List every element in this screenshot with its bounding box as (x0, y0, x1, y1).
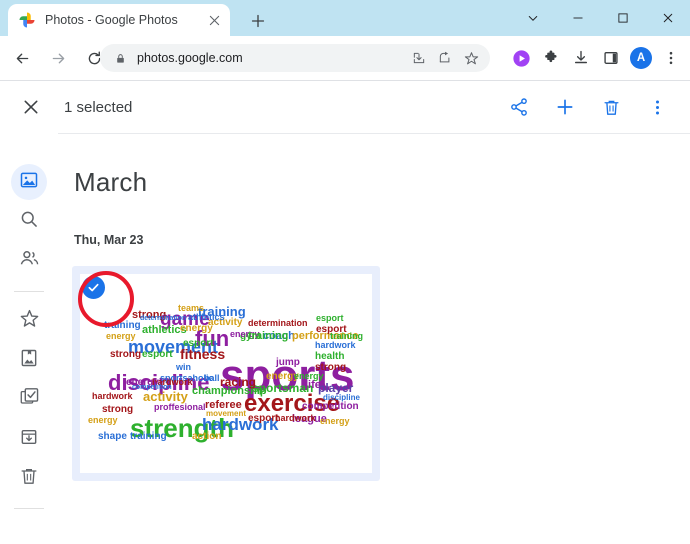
title-bar: Photos - Google Photos (0, 0, 690, 36)
annotation-highlight-circle (78, 271, 134, 327)
new-tab-button[interactable] (245, 8, 271, 34)
word-cloud-term: esport (316, 313, 344, 323)
word-cloud-term: strong (110, 349, 142, 360)
back-button[interactable] (8, 44, 36, 72)
share-icon[interactable] (432, 45, 458, 71)
address-bar-url: photos.google.com (137, 51, 243, 65)
word-cloud-term: energy (88, 415, 118, 425)
maximize-icon[interactable] (600, 0, 645, 36)
close-window-icon[interactable] (645, 0, 690, 36)
word-cloud-term: win (176, 362, 191, 372)
media-play-icon[interactable] (506, 44, 536, 72)
page-content: 1 selected March Thu, Mar 23 sports disc… (0, 81, 690, 544)
downloads-icon[interactable] (566, 44, 596, 72)
word-cloud-term: discipline (323, 393, 360, 402)
day-heading[interactable]: Thu, Mar 23 (74, 233, 143, 247)
sidebar-item-memories[interactable] (11, 342, 47, 378)
word-cloud-term: energy (294, 371, 324, 381)
toolbar-right-icons: A (506, 44, 686, 72)
side-panel-icon[interactable] (596, 44, 626, 72)
word-cloud-term: athletics (188, 312, 225, 322)
photo-thumbnail[interactable]: sports discipline strength movement exercise… (72, 266, 380, 481)
word-cloud-term: determination (248, 318, 308, 328)
selected-count-label: 1 selected (64, 98, 133, 116)
sidebar-item-favorites[interactable] (11, 303, 47, 339)
word-cloud-term: strong (102, 404, 134, 415)
word-cloud-term: hardwork (275, 413, 316, 423)
archive-box-icon (19, 427, 39, 452)
sidebar-item-utilities[interactable] (11, 381, 47, 417)
word-cloud-term: racing (220, 375, 257, 389)
add-to-button[interactable] (542, 90, 588, 124)
word-cloud-term: training (330, 331, 363, 341)
address-bar[interactable]: photos.google.com (100, 44, 490, 72)
sidebar-item-trash[interactable] (11, 460, 47, 496)
word-cloud-term: shape (98, 431, 127, 442)
lock-icon (112, 50, 128, 66)
sidebar-item-archive[interactable] (11, 421, 47, 457)
word-cloud-term: life (305, 379, 321, 391)
word-cloud-term: esport (183, 338, 214, 349)
navigation-rail (0, 133, 58, 544)
tab-close-icon[interactable] (203, 9, 225, 31)
rail-divider (14, 291, 44, 292)
word-cloud-term: esport (248, 413, 279, 424)
window-controls (510, 0, 690, 36)
star-icon (19, 308, 40, 334)
word-cloud-term: hardwork (315, 340, 356, 350)
people-icon (19, 248, 40, 274)
word-cloud-term: fitness (180, 346, 226, 362)
word-cloud-term: energy (320, 416, 350, 426)
album-icon (19, 348, 39, 373)
word-cloud-term: competition (302, 401, 359, 412)
word-cloud-term: energy (106, 331, 136, 341)
tab-title: Photos - Google Photos (45, 13, 178, 27)
word-cloud-term: action (192, 431, 222, 442)
delete-button[interactable] (588, 90, 634, 124)
sidebar-item-search[interactable] (11, 203, 47, 239)
forward-button[interactable] (44, 44, 72, 72)
profile-avatar[interactable]: A (626, 44, 656, 72)
word-cloud-term: esport (142, 349, 173, 360)
install-icon[interactable] (406, 45, 432, 71)
word-cloud-term: hardwork (92, 391, 133, 401)
word-cloud-term: training (130, 431, 167, 442)
google-photos-favicon (18, 11, 36, 29)
tab-search-icon[interactable] (510, 0, 555, 36)
bookmark-star-icon[interactable] (458, 45, 484, 71)
selection-toolbar: 1 selected (0, 81, 690, 134)
word-cloud-term: health (315, 351, 345, 362)
rail-divider-bottom (14, 508, 44, 509)
selection-actions (496, 90, 680, 124)
month-heading: March (74, 167, 148, 197)
chrome-menu-icon[interactable] (656, 44, 686, 72)
browser-window: Photos - Google Photos photos.google.com… (0, 0, 690, 544)
search-icon (19, 209, 39, 234)
share-button[interactable] (496, 90, 542, 124)
browser-tab[interactable]: Photos - Google Photos (8, 4, 230, 36)
sidebar-item-sharing[interactable] (11, 243, 47, 279)
close-selection-button[interactable] (14, 90, 48, 124)
more-options-button[interactable] (634, 90, 680, 124)
word-cloud-term: movement (206, 409, 247, 418)
word-cloud-term: determination (140, 315, 187, 322)
word-cloud-term: jump (276, 357, 300, 368)
extensions-puzzle-icon[interactable] (536, 44, 566, 72)
sidebar-item-photos[interactable] (11, 164, 47, 200)
photo-icon (19, 170, 39, 195)
omnibox-actions (406, 45, 484, 71)
word-cloud-term: proffesional (154, 402, 206, 412)
trash-icon (19, 466, 39, 491)
avatar-initial: A (630, 47, 652, 69)
checkbox-stack-icon (19, 386, 40, 412)
photos-grid-area: March Thu, Mar 23 sports discipline streng… (58, 133, 690, 544)
minimize-icon[interactable] (555, 0, 600, 36)
word-cloud-term: training (248, 330, 289, 342)
word-cloud-term: competition (132, 384, 172, 391)
